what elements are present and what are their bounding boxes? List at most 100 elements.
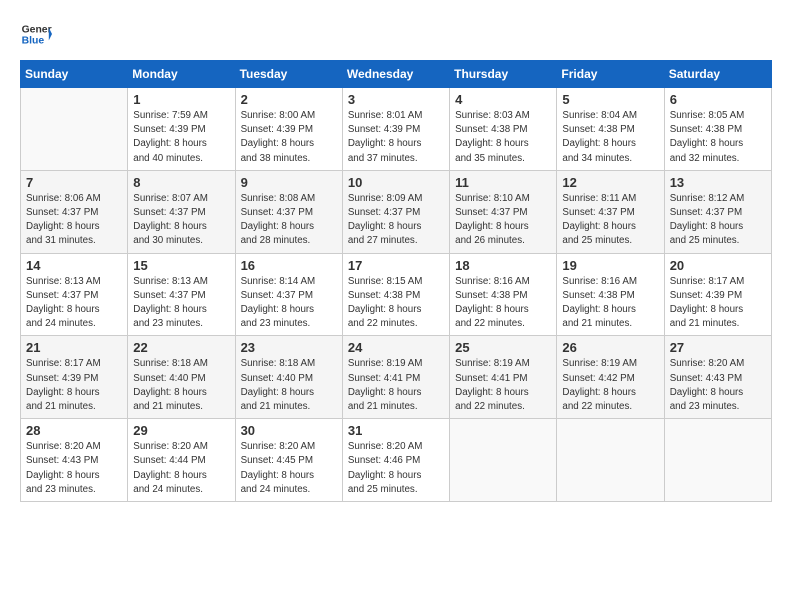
day-cell-22: 22 Sunrise: 8:18 AMSunset: 4:40 PMDayligh… (128, 336, 235, 419)
day-cell-10: 10Sunrise: 8:09 AMSunset: 4:37 PMDayligh… (342, 170, 449, 253)
day-cell-19: 19 Sunrise: 8:16 AMSunset: 4:38 PMDayligh… (557, 253, 664, 336)
week-row-1: 1Sunrise: 7:59 AMSunset: 4:39 PMDaylight… (21, 88, 772, 171)
day-cell-29: 29 Sunrise: 8:20 AMSunset: 4:44 PMDayligh… (128, 419, 235, 502)
day-cell-25: 25 Sunrise: 8:19 AMSunset: 4:41 PMDayligh… (450, 336, 557, 419)
day-cell-3: 3 Sunrise: 8:01 AMSunset: 4:39 PMDaylight… (342, 88, 449, 171)
day-cell-16: 16 Sunrise: 8:14 AMSunset: 4:37 PMDayligh… (235, 253, 342, 336)
day-info: Sunrise: 8:20 AMSunset: 4:43 PMDaylight:… (670, 357, 766, 414)
calendar-page: General Blue SundayMondayTuesdayWednesda… (0, 0, 792, 512)
day-cell-12: 12 Sunrise: 8:11 AMSunset: 4:37 PMDayligh… (557, 170, 664, 253)
day-info: Sunrise: 8:19 AMSunset: 4:41 PMDaylight:… (455, 357, 551, 414)
day-number: 16 (241, 258, 337, 273)
day-cell-18: 18 Sunrise: 8:16 AMSunset: 4:38 PMDayligh… (450, 253, 557, 336)
day-number: 17 (348, 258, 444, 273)
week-row-4: 21 Sunrise: 8:17 AMSunset: 4:39 PMDayligh… (21, 336, 772, 419)
day-number: 29 (133, 423, 229, 438)
col-header-wednesday: Wednesday (342, 61, 449, 88)
day-number: 22 (133, 340, 229, 355)
day-cell-31: 31Sunrise: 8:20 AMSunset: 4:46 PMDayligh… (342, 419, 449, 502)
day-number: 2 (241, 92, 337, 107)
week-row-5: 28Sunrise: 8:20 AMSunset: 4:43 PMDayligh… (21, 419, 772, 502)
day-number: 9 (241, 175, 337, 190)
day-number: 23 (241, 340, 337, 355)
col-header-friday: Friday (557, 61, 664, 88)
col-header-tuesday: Tuesday (235, 61, 342, 88)
day-info: Sunrise: 8:16 AMSunset: 4:38 PMDaylight:… (562, 275, 658, 332)
day-info: Sunrise: 8:19 AMSunset: 4:41 PMDaylight:… (348, 357, 444, 414)
day-number: 26 (562, 340, 658, 355)
day-cell-30: 30Sunrise: 8:20 AMSunset: 4:45 PMDayligh… (235, 419, 342, 502)
empty-cell (450, 419, 557, 502)
day-number: 12 (562, 175, 658, 190)
logo-icon: General Blue (20, 18, 52, 50)
day-number: 15 (133, 258, 229, 273)
calendar-table: SundayMondayTuesdayWednesdayThursdayFrid… (20, 60, 772, 502)
day-info: Sunrise: 8:08 AMSunset: 4:37 PMDaylight:… (241, 192, 337, 249)
day-number: 11 (455, 175, 551, 190)
day-cell-7: 7 Sunrise: 8:06 AMSunset: 4:37 PMDaylight… (21, 170, 128, 253)
day-number: 3 (348, 92, 444, 107)
day-info: Sunrise: 8:14 AMSunset: 4:37 PMDaylight:… (241, 275, 337, 332)
day-cell-6: 6Sunrise: 8:05 AMSunset: 4:38 PMDaylight… (664, 88, 771, 171)
col-header-thursday: Thursday (450, 61, 557, 88)
day-info: Sunrise: 8:18 AMSunset: 4:40 PMDaylight:… (133, 357, 229, 414)
day-cell-20: 20 Sunrise: 8:17 AMSunset: 4:39 PMDayligh… (664, 253, 771, 336)
day-info: Sunrise: 8:20 AMSunset: 4:46 PMDaylight:… (348, 440, 444, 497)
day-cell-8: 8 Sunrise: 8:07 AMSunset: 4:37 PMDaylight… (128, 170, 235, 253)
day-number: 5 (562, 92, 658, 107)
day-info: Sunrise: 8:17 AMSunset: 4:39 PMDaylight:… (670, 275, 766, 332)
day-number: 8 (133, 175, 229, 190)
day-cell-24: 24 Sunrise: 8:19 AMSunset: 4:41 PMDayligh… (342, 336, 449, 419)
day-cell-28: 28Sunrise: 8:20 AMSunset: 4:43 PMDayligh… (21, 419, 128, 502)
day-cell-2: 2 Sunrise: 8:00 AMSunset: 4:39 PMDaylight… (235, 88, 342, 171)
col-header-saturday: Saturday (664, 61, 771, 88)
day-number: 19 (562, 258, 658, 273)
day-number: 14 (26, 258, 122, 273)
day-number: 27 (670, 340, 766, 355)
day-info: Sunrise: 8:18 AMSunset: 4:40 PMDaylight:… (241, 357, 337, 414)
week-row-2: 7 Sunrise: 8:06 AMSunset: 4:37 PMDaylight… (21, 170, 772, 253)
day-number: 1 (133, 92, 229, 107)
day-number: 13 (670, 175, 766, 190)
logo: General Blue (20, 18, 52, 50)
day-number: 25 (455, 340, 551, 355)
day-cell-26: 26 Sunrise: 8:19 AMSunset: 4:42 PMDayligh… (557, 336, 664, 419)
day-number: 28 (26, 423, 122, 438)
day-info: Sunrise: 8:19 AMSunset: 4:42 PMDaylight:… (562, 357, 658, 414)
day-number: 10 (348, 175, 444, 190)
day-number: 7 (26, 175, 122, 190)
day-cell-5: 5 Sunrise: 8:04 AMSunset: 4:38 PMDaylight… (557, 88, 664, 171)
day-info: Sunrise: 8:20 AMSunset: 4:44 PMDaylight:… (133, 440, 229, 497)
day-info: Sunrise: 8:11 AMSunset: 4:37 PMDaylight:… (562, 192, 658, 249)
day-info: Sunrise: 8:10 AMSunset: 4:37 PMDaylight:… (455, 192, 551, 249)
day-info: Sunrise: 8:20 AMSunset: 4:45 PMDaylight:… (241, 440, 337, 497)
header: General Blue (20, 18, 772, 50)
day-number: 18 (455, 258, 551, 273)
day-info: Sunrise: 8:04 AMSunset: 4:38 PMDaylight:… (562, 109, 658, 166)
day-number: 24 (348, 340, 444, 355)
day-info: Sunrise: 8:05 AMSunset: 4:38 PMDaylight:… (670, 109, 766, 166)
day-number: 21 (26, 340, 122, 355)
day-info: Sunrise: 8:06 AMSunset: 4:37 PMDaylight:… (26, 192, 122, 249)
day-info: Sunrise: 8:13 AMSunset: 4:37 PMDaylight:… (133, 275, 229, 332)
header-row: SundayMondayTuesdayWednesdayThursdayFrid… (21, 61, 772, 88)
day-info: Sunrise: 8:16 AMSunset: 4:38 PMDaylight:… (455, 275, 551, 332)
day-number: 20 (670, 258, 766, 273)
day-info: Sunrise: 8:03 AMSunset: 4:38 PMDaylight:… (455, 109, 551, 166)
day-info: Sunrise: 8:00 AMSunset: 4:39 PMDaylight:… (241, 109, 337, 166)
day-info: Sunrise: 8:17 AMSunset: 4:39 PMDaylight:… (26, 357, 122, 414)
day-info: Sunrise: 8:07 AMSunset: 4:37 PMDaylight:… (133, 192, 229, 249)
day-cell-4: 4Sunrise: 8:03 AMSunset: 4:38 PMDaylight… (450, 88, 557, 171)
day-cell-11: 11 Sunrise: 8:10 AMSunset: 4:37 PMDayligh… (450, 170, 557, 253)
day-info: Sunrise: 8:01 AMSunset: 4:39 PMDaylight:… (348, 109, 444, 166)
week-row-3: 14 Sunrise: 8:13 AMSunset: 4:37 PMDayligh… (21, 253, 772, 336)
day-cell-15: 15 Sunrise: 8:13 AMSunset: 4:37 PMDayligh… (128, 253, 235, 336)
col-header-sunday: Sunday (21, 61, 128, 88)
day-cell-27: 27 Sunrise: 8:20 AMSunset: 4:43 PMDayligh… (664, 336, 771, 419)
svg-text:Blue: Blue (22, 36, 45, 47)
day-cell-14: 14Sunrise: 8:13 AMSunset: 4:37 PMDayligh… (21, 253, 128, 336)
day-cell-23: 23 Sunrise: 8:18 AMSunset: 4:40 PMDayligh… (235, 336, 342, 419)
day-cell-1: 1Sunrise: 7:59 AMSunset: 4:39 PMDaylight… (128, 88, 235, 171)
day-cell-9: 9 Sunrise: 8:08 AMSunset: 4:37 PMDaylight… (235, 170, 342, 253)
empty-cell (557, 419, 664, 502)
